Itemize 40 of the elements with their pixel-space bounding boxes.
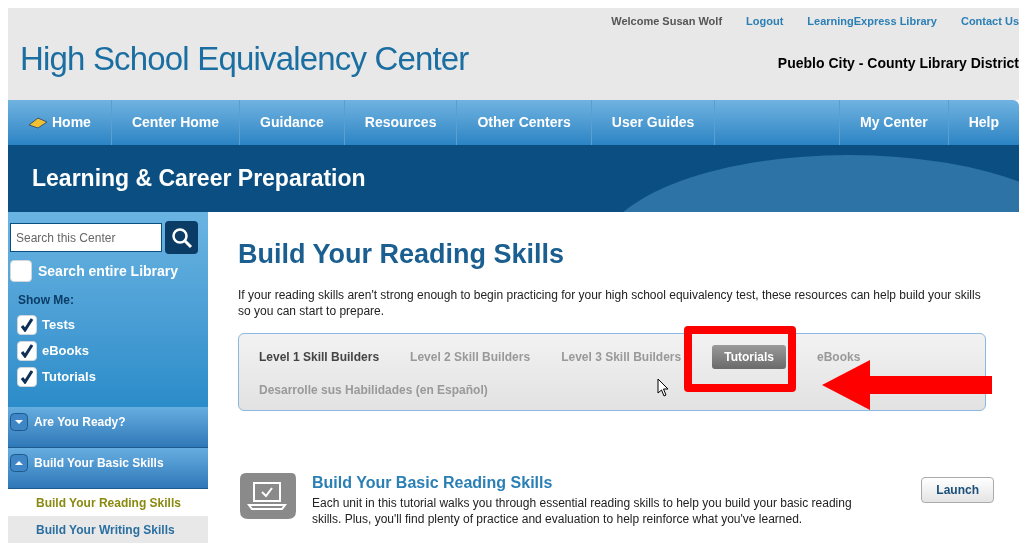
- search-field[interactable]: Search this Center: [10, 223, 162, 252]
- welcome-text: Welcome Susan Wolf: [611, 14, 723, 29]
- checkbox[interactable]: [17, 315, 37, 335]
- launch-button[interactable]: Launch: [921, 476, 994, 503]
- header-link[interactable]: LearningExpress Library: [807, 13, 937, 30]
- checkmark-icon: [20, 344, 34, 358]
- laptop-icon: [238, 470, 298, 521]
- checkbox[interactable]: [10, 260, 32, 282]
- checkbox-label: Tutorials: [42, 368, 96, 387]
- accordion-header[interactable]: Are You Ready?: [8, 407, 208, 448]
- caret-down-icon: [10, 413, 28, 431]
- tab[interactable]: Desarrolle sus Habilidades (en Español): [259, 377, 488, 402]
- checkbox[interactable]: [17, 341, 37, 361]
- item-title[interactable]: Build Your Basic Reading Skills: [312, 470, 908, 495]
- item-description: Each unit in this tutorial walks you through essential reading skills to help you build your basic reading skills. Plus, you'll find plenty of practice and evaluation to help reinforce what you've learned.: [312, 494, 853, 527]
- intro-text: If your reading skills aren't strong enough to begin practicing for your high school equivalency test, these resources can help build your skills so you can start to prepare.: [238, 286, 982, 319]
- checkbox[interactable]: [17, 367, 37, 387]
- search-icon: [170, 226, 193, 249]
- tab[interactable]: Tutorials: [712, 344, 786, 369]
- tab[interactable]: eBooks: [816, 344, 861, 369]
- tab[interactable]: Level 1 Skill Builders: [259, 344, 380, 369]
- checkbox-label: Tests: [42, 316, 75, 335]
- checkbox-label: eBooks: [42, 342, 89, 361]
- show-me-label: Show Me:: [18, 292, 75, 309]
- tab[interactable]: Level 3 Skill Builders: [561, 344, 682, 369]
- caret-up-icon: [10, 454, 28, 472]
- checkmark-icon: [20, 370, 34, 384]
- library-name: Pueblo City - County Library District: [777, 53, 1019, 73]
- page-title: Build Your Reading Skills: [238, 238, 566, 271]
- cursor-icon: [657, 378, 669, 397]
- header-link[interactable]: Contact Us: [960, 13, 1019, 30]
- sidebar-link[interactable]: Build Your Writing Skills: [8, 516, 208, 543]
- checkbox-label: Search entire Library: [38, 261, 179, 281]
- site-title[interactable]: High School Equivalency Center: [8, 8, 469, 100]
- banner-title: Learning & Career Preparation: [32, 164, 366, 194]
- checkmark-icon: [20, 318, 34, 332]
- search-button[interactable]: [165, 221, 198, 254]
- accordion-header[interactable]: Build Your Basic Skills: [8, 448, 208, 489]
- tab[interactable]: Level 2 Skill Builders: [410, 344, 531, 369]
- header-link[interactable]: Logout: [746, 13, 784, 30]
